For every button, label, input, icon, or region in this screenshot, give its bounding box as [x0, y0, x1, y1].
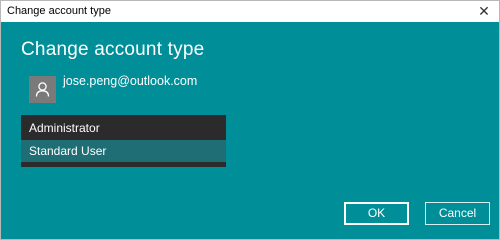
window-title: Change account type	[7, 5, 111, 17]
change-account-type-window: Change account type ✕ Change account typ…	[0, 0, 500, 240]
option-standard-user[interactable]: Standard User	[21, 140, 226, 162]
account-email: jose.peng@outlook.com	[63, 74, 198, 88]
close-icon: ✕	[478, 3, 490, 19]
account-type-dropdown[interactable]: Administrator Standard User	[21, 115, 226, 167]
avatar	[29, 76, 56, 103]
cancel-button[interactable]: Cancel	[425, 202, 490, 225]
option-administrator[interactable]: Administrator	[21, 117, 226, 139]
ok-button[interactable]: OK	[344, 202, 409, 225]
user-icon	[35, 82, 50, 97]
dialog-content: Change account type jose.peng@outlook.co…	[1, 22, 499, 239]
page-title: Change account type	[21, 39, 205, 60]
close-button[interactable]: ✕	[473, 2, 495, 20]
title-bar: Change account type ✕	[1, 1, 499, 22]
